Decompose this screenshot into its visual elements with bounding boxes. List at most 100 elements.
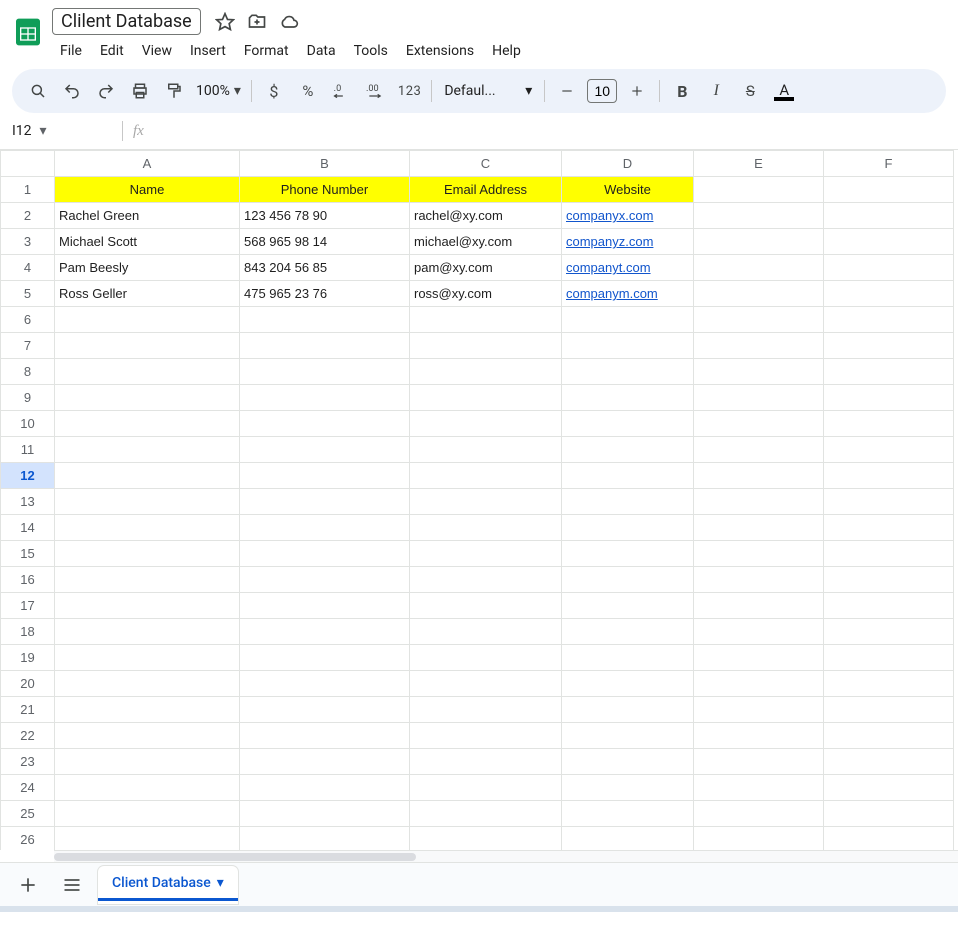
cell[interactable] bbox=[55, 411, 240, 437]
cell[interactable] bbox=[694, 697, 824, 723]
cell[interactable] bbox=[824, 541, 954, 567]
link[interactable]: companyt.com bbox=[566, 260, 651, 275]
cell[interactable] bbox=[410, 333, 562, 359]
cell[interactable] bbox=[55, 541, 240, 567]
increase-decimal-icon[interactable]: .00 bbox=[360, 75, 392, 107]
cell[interactable] bbox=[240, 645, 410, 671]
cell[interactable] bbox=[240, 385, 410, 411]
cell[interactable] bbox=[694, 827, 824, 851]
cell[interactable] bbox=[562, 307, 694, 333]
cell[interactable] bbox=[824, 281, 954, 307]
bold-button[interactable]: B bbox=[666, 75, 698, 107]
cell[interactable]: rachel@xy.com bbox=[410, 203, 562, 229]
cell[interactable] bbox=[410, 385, 562, 411]
row-header[interactable]: 11 bbox=[1, 437, 55, 463]
row-header[interactable]: 23 bbox=[1, 749, 55, 775]
cell[interactable] bbox=[55, 567, 240, 593]
sheet-tab[interactable]: Client Database ▾ bbox=[98, 866, 238, 904]
scrollbar-thumb[interactable] bbox=[54, 853, 416, 861]
cell[interactable] bbox=[824, 801, 954, 827]
cell[interactable] bbox=[824, 619, 954, 645]
search-menus-icon[interactable] bbox=[22, 75, 54, 107]
menu-data[interactable]: Data bbox=[299, 39, 344, 63]
cell[interactable]: companyt.com bbox=[562, 255, 694, 281]
text-color-button[interactable]: A bbox=[768, 81, 800, 101]
cell[interactable] bbox=[694, 723, 824, 749]
cell[interactable] bbox=[562, 567, 694, 593]
more-formats-button[interactable]: 123 bbox=[394, 84, 425, 99]
link[interactable]: companyz.com bbox=[566, 234, 653, 249]
paint-format-icon[interactable] bbox=[158, 75, 190, 107]
cell[interactable] bbox=[410, 567, 562, 593]
cell[interactable]: Website bbox=[562, 177, 694, 203]
cell[interactable] bbox=[55, 333, 240, 359]
cell[interactable] bbox=[562, 801, 694, 827]
menu-view[interactable]: View bbox=[134, 39, 180, 63]
cell[interactable] bbox=[410, 463, 562, 489]
cell[interactable] bbox=[694, 801, 824, 827]
cell[interactable] bbox=[694, 359, 824, 385]
cell[interactable] bbox=[824, 827, 954, 851]
cell[interactable] bbox=[55, 723, 240, 749]
row-header[interactable]: 1 bbox=[1, 177, 55, 203]
cell[interactable] bbox=[55, 671, 240, 697]
menu-file[interactable]: File bbox=[52, 39, 90, 63]
menu-tools[interactable]: Tools bbox=[346, 39, 396, 63]
cell[interactable] bbox=[562, 359, 694, 385]
cell[interactable] bbox=[55, 619, 240, 645]
cell[interactable]: Ross Geller bbox=[55, 281, 240, 307]
cell[interactable] bbox=[240, 671, 410, 697]
cell[interactable] bbox=[824, 749, 954, 775]
cell[interactable] bbox=[824, 411, 954, 437]
cell[interactable] bbox=[562, 463, 694, 489]
cell[interactable] bbox=[562, 437, 694, 463]
cell[interactable] bbox=[55, 359, 240, 385]
cell[interactable] bbox=[562, 827, 694, 851]
cell[interactable]: Michael Scott bbox=[55, 229, 240, 255]
cell[interactable] bbox=[694, 255, 824, 281]
col-header-A[interactable]: A bbox=[55, 151, 240, 177]
cell[interactable] bbox=[240, 333, 410, 359]
cell[interactable] bbox=[410, 541, 562, 567]
sheets-logo[interactable] bbox=[8, 12, 48, 52]
spreadsheet-grid[interactable]: A B C D E F 1 Name Phone Number Email Ad… bbox=[0, 150, 954, 850]
row-header[interactable]: 10 bbox=[1, 411, 55, 437]
cell[interactable] bbox=[240, 541, 410, 567]
row-header[interactable]: 6 bbox=[1, 307, 55, 333]
cell[interactable] bbox=[240, 437, 410, 463]
cell[interactable]: Pam Beesly bbox=[55, 255, 240, 281]
cell[interactable] bbox=[694, 619, 824, 645]
all-sheets-button[interactable] bbox=[54, 867, 90, 903]
cell[interactable] bbox=[240, 619, 410, 645]
cell[interactable] bbox=[562, 593, 694, 619]
row-header[interactable]: 19 bbox=[1, 645, 55, 671]
cell[interactable]: Rachel Green bbox=[55, 203, 240, 229]
col-header-F[interactable]: F bbox=[824, 151, 954, 177]
document-title-input[interactable]: Clilent Database bbox=[52, 8, 201, 35]
cell[interactable] bbox=[694, 749, 824, 775]
cell[interactable] bbox=[240, 749, 410, 775]
cell[interactable] bbox=[694, 437, 824, 463]
cell[interactable]: companyz.com bbox=[562, 229, 694, 255]
cell[interactable] bbox=[410, 307, 562, 333]
cell[interactable] bbox=[824, 515, 954, 541]
zoom-select[interactable]: 100%▾ bbox=[192, 83, 245, 99]
format-currency-icon[interactable]: $ bbox=[258, 75, 290, 107]
cell[interactable] bbox=[824, 567, 954, 593]
cell[interactable] bbox=[824, 203, 954, 229]
cell[interactable] bbox=[240, 567, 410, 593]
cell[interactable] bbox=[694, 385, 824, 411]
cell[interactable] bbox=[694, 203, 824, 229]
cell[interactable] bbox=[410, 645, 562, 671]
cell[interactable] bbox=[240, 827, 410, 851]
row-header[interactable]: 12 bbox=[1, 463, 55, 489]
italic-button[interactable]: I bbox=[700, 75, 732, 107]
cell[interactable] bbox=[55, 515, 240, 541]
cell[interactable] bbox=[824, 385, 954, 411]
menu-insert[interactable]: Insert bbox=[182, 39, 234, 63]
cell[interactable] bbox=[55, 801, 240, 827]
add-sheet-button[interactable] bbox=[10, 867, 46, 903]
cell[interactable] bbox=[410, 723, 562, 749]
link[interactable]: companyx.com bbox=[566, 208, 653, 223]
link[interactable]: companym.com bbox=[566, 286, 658, 301]
